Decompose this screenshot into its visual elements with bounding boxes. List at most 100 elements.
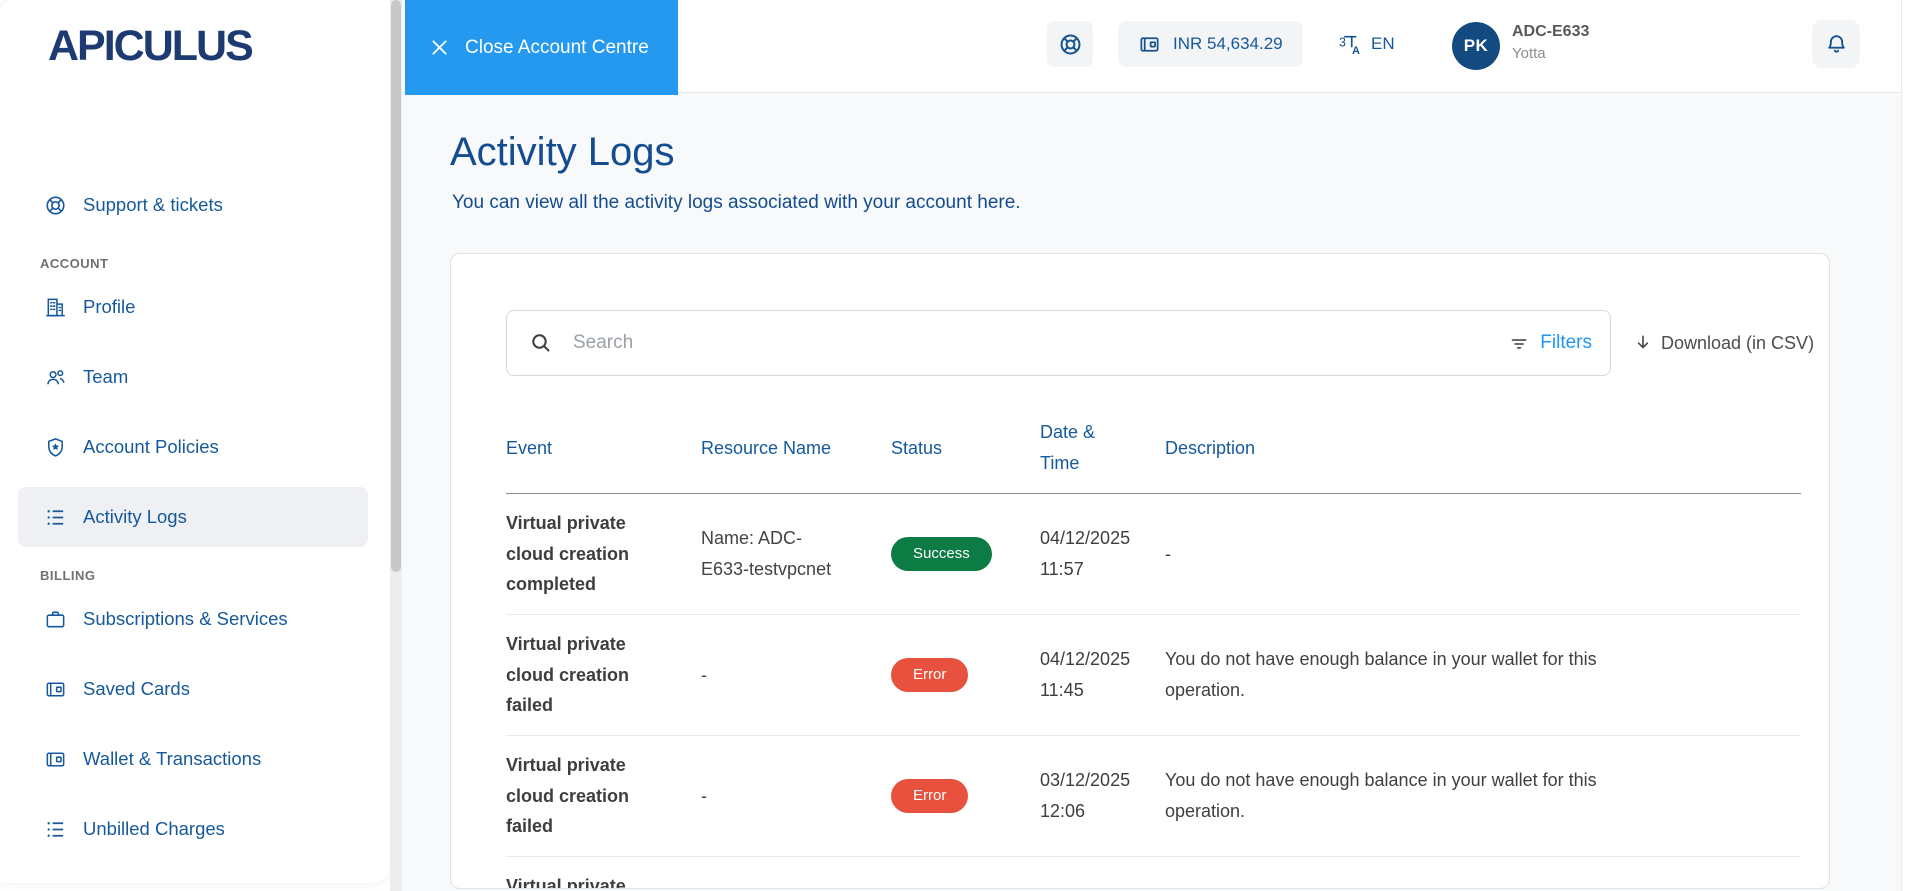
sidebar-item-label: Wallet & Transactions: [83, 748, 262, 769]
sidebar-item-activity-logs[interactable]: Activity Logs: [18, 487, 368, 547]
team-icon: [43, 365, 67, 389]
language-selector[interactable]: 3 A EN: [1338, 21, 1395, 67]
column-header-resource-name: Resource Name: [701, 437, 832, 458]
sidebar-item-label: Subscriptions & Services: [83, 608, 288, 629]
cell-description: You do not have enough balance in your w…: [1165, 770, 1597, 821]
account-name: Yotta: [1512, 45, 1546, 62]
svg-text:A: A: [1352, 44, 1360, 56]
sidebar-item-subscriptions-services[interactable]: Subscriptions & Services: [18, 589, 368, 649]
wallet-balance: INR 54,634.29: [1173, 34, 1283, 53]
svg-text:3: 3: [1339, 35, 1346, 49]
column-header-event: Event: [506, 437, 553, 458]
apiculus-logo: APICULUS: [48, 22, 254, 70]
help-button[interactable]: [1047, 21, 1093, 67]
cell-date: 04/12/2025: [1040, 649, 1131, 670]
activity-logs-card: Filters Download (in CSV) Event Resource…: [450, 253, 1830, 889]
cell-date-time: 03/12/2025 12:06: [1040, 765, 1140, 827]
filters-label: Filters: [1540, 332, 1592, 353]
cell-description: -: [1165, 543, 1171, 564]
search-box: Filters: [506, 310, 1611, 376]
sidebar-nav: Support & tickets ACCOUNT Profile Team A…: [0, 175, 390, 869]
account-id: ADC-E633: [1512, 23, 1590, 40]
content-area: Activity Logs You can view all the activ…: [402, 92, 1912, 891]
card-icon: [43, 677, 67, 701]
scrollbar-thumb[interactable]: [391, 0, 401, 572]
magnifier-icon: [529, 331, 553, 355]
cell-date-time: 04/12/2025 11:45: [1040, 644, 1140, 706]
cell-resource-name: -: [701, 785, 707, 806]
list-icon: [43, 505, 67, 529]
sidebar-item-profile[interactable]: Profile: [18, 277, 368, 337]
download-csv-button[interactable]: Download (in CSV): [1633, 333, 1814, 354]
page-subtitle: You can view all the activity logs assoc…: [452, 192, 1021, 213]
lifebuoy-icon: [1058, 32, 1083, 57]
status-badge: Error: [891, 658, 969, 692]
filters-button[interactable]: Filters: [1509, 332, 1592, 354]
close-button-label: Close Account Centre: [465, 36, 649, 58]
building-icon: [43, 295, 67, 319]
download-arrow-icon: [1633, 333, 1653, 353]
column-header-description: Description: [1165, 437, 1256, 458]
table-row: Virtual private cloud creation completed…: [506, 494, 1801, 615]
sidebar-item-label: Unbilled Charges: [83, 818, 225, 839]
close-account-centre-button[interactable]: Close Account Centre: [405, 0, 678, 95]
cell-time: 12:06: [1040, 801, 1086, 821]
bell-icon: [1824, 32, 1849, 57]
sidebar-item-unbilled-charges[interactable]: Unbilled Charges: [18, 799, 368, 859]
notifications-button[interactable]: [1812, 20, 1860, 68]
table-row: Virtual private: [506, 857, 1801, 889]
sidebar-item-support-tickets[interactable]: Support & tickets: [18, 175, 368, 235]
section-heading-account: ACCOUNT: [40, 256, 109, 271]
download-label: Download (in CSV): [1661, 332, 1815, 353]
status-badge: Error: [891, 779, 969, 813]
sidebar-item-label: Saved Cards: [83, 678, 190, 699]
cell-date: 04/12/2025: [1040, 528, 1131, 549]
column-header-date-time: Date & Time: [1040, 422, 1096, 473]
cell-resource-name: Name: ADC-E633-testvpcnet: [701, 528, 832, 579]
list-icon: [43, 817, 67, 841]
sidebar-item-account-policies[interactable]: Account Policies: [18, 417, 368, 477]
wallet-balance-button[interactable]: INR 54,634.29: [1118, 21, 1303, 67]
account-switcher[interactable]: ADC-E633 Yotta: [1512, 23, 1589, 62]
search-input[interactable]: [571, 331, 1510, 355]
sidebar: APICULUS Support & tickets ACCOUNT Profi…: [0, 0, 390, 883]
table-row: Virtual private cloud creation failed - …: [506, 736, 1801, 857]
sidebar-item-saved-cards[interactable]: Saved Cards: [18, 659, 368, 719]
vertical-scrollbar[interactable]: [390, 0, 402, 891]
sidebar-item-team[interactable]: Team: [18, 347, 368, 407]
sidebar-item-label: Support & tickets: [83, 194, 223, 215]
wallet-icon: [1138, 33, 1161, 56]
cell-date: 03/12/2025: [1040, 770, 1131, 791]
cell-resource-name: -: [701, 664, 707, 685]
topbar: Close Account Centre INR 54,634.29 3 A E…: [402, 0, 1912, 95]
user-avatar[interactable]: PK: [1452, 22, 1500, 70]
table-header-row: Event Resource Name Status Date & Time D…: [506, 417, 1801, 494]
cell-date-time: 04/12/2025 11:57: [1040, 523, 1140, 585]
cell-event: Virtual private cloud creation completed: [506, 512, 630, 595]
sidebar-item-wallet-transactions[interactable]: Wallet & Transactions: [18, 729, 368, 789]
window-right-edge: [1901, 0, 1912, 891]
briefcase-icon: [43, 607, 67, 631]
cell-time: 11:45: [1040, 680, 1084, 700]
shield-star-icon: [43, 435, 67, 459]
table-row: Virtual private cloud creation failed - …: [506, 615, 1801, 736]
page-title: Activity Logs: [450, 130, 675, 174]
language-code: EN: [1371, 34, 1395, 53]
lifebuoy-icon: [43, 193, 67, 217]
cell-description: You do not have enough balance in your w…: [1165, 649, 1597, 700]
translate-icon: 3 A: [1338, 32, 1363, 57]
sidebar-item-label: Account Policies: [83, 436, 219, 457]
table-toolbar: Filters Download (in CSV): [506, 309, 1814, 377]
sidebar-item-label: Team: [83, 366, 129, 387]
cell-event: Virtual private cloud creation failed: [506, 633, 630, 716]
main-area: Close Account Centre INR 54,634.29 3 A E…: [402, 0, 1912, 891]
sidebar-item-label: Profile: [83, 296, 136, 317]
x-close-icon: [429, 37, 450, 58]
status-badge: Success: [891, 537, 992, 571]
cell-time: 11:57: [1040, 559, 1084, 579]
cell-event: Virtual private: [506, 876, 626, 889]
cell-event: Virtual private cloud creation failed: [506, 754, 630, 837]
sidebar-item-label: Activity Logs: [83, 506, 187, 527]
section-heading-billing: BILLING: [40, 568, 96, 583]
wallet-icon: [43, 747, 67, 771]
